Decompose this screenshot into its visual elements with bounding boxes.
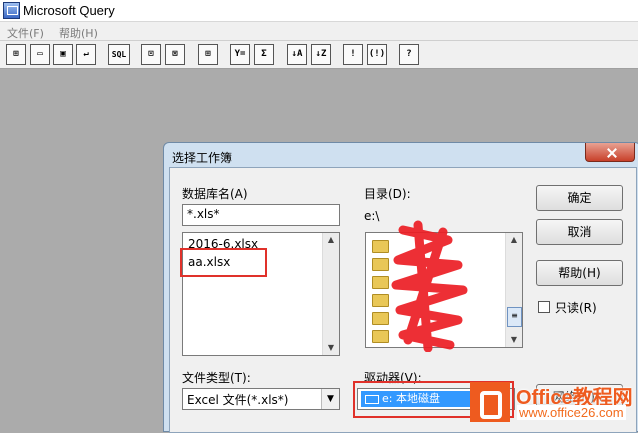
- folder-icon: [372, 330, 389, 343]
- cancel-button[interactable]: 取消: [536, 219, 623, 245]
- folder-icon: [372, 240, 389, 253]
- directory-scrollbar[interactable]: ▲ ≡ ▼: [505, 233, 522, 347]
- readonly-label: 只读(R): [555, 301, 597, 315]
- save-icon[interactable]: ▣: [53, 44, 73, 65]
- watermark-url: www.office26.com: [517, 405, 626, 420]
- db-name-input[interactable]: *.xls*: [182, 204, 340, 226]
- folder-icon: [372, 312, 389, 325]
- new-query-icon[interactable]: ⊞: [6, 44, 26, 65]
- criteria-equals-icon[interactable]: Y=: [230, 44, 250, 65]
- sort-descending-icon[interactable]: ↓Z: [311, 44, 331, 65]
- chevron-down-icon[interactable]: ▼: [321, 389, 339, 409]
- menu-help[interactable]: 帮助(H): [59, 25, 98, 41]
- toolbar: ⊞ ▭ ▣ ↵ SQL ⊡ ⊠ ⊞ Y= Σ ↓A ↓Z ! (!) ?: [0, 41, 638, 69]
- dialog-title: 选择工作簿: [172, 151, 233, 165]
- auto-query-icon[interactable]: (!): [367, 44, 387, 65]
- menu-file[interactable]: 文件(F): [7, 25, 44, 41]
- redaction-scribble: [391, 220, 468, 352]
- show-tables-icon[interactable]: ⊡: [141, 44, 161, 65]
- app-title: Microsoft Query: [23, 3, 115, 18]
- sort-ascending-icon[interactable]: ↓A: [287, 44, 307, 65]
- readonly-checkbox[interactable]: [538, 301, 550, 313]
- filetype-label: 文件类型(T):: [182, 371, 251, 385]
- app-titlebar: Microsoft Query: [0, 0, 638, 22]
- folder-icon: [372, 258, 389, 271]
- add-tables-icon[interactable]: ⊞: [198, 44, 218, 65]
- directory-path: e:\: [364, 209, 380, 223]
- scroll-up-icon[interactable]: ▲: [506, 233, 522, 247]
- scroll-up-icon[interactable]: ▲: [323, 233, 339, 247]
- help-button-dialog[interactable]: 帮助(H): [536, 260, 623, 286]
- query-now-button[interactable]: !: [343, 44, 363, 65]
- annotation-box-file: [180, 248, 267, 277]
- filetype-value: Excel 文件(*.xls*): [187, 393, 289, 407]
- menu-bar: 文件(F) 帮助(H): [0, 22, 638, 41]
- show-criteria-icon[interactable]: ⊠: [165, 44, 185, 65]
- return-data-icon[interactable]: ↵: [76, 44, 96, 65]
- scroll-down-icon[interactable]: ▼: [323, 341, 339, 355]
- directory-label: 目录(D):: [364, 187, 411, 201]
- folder-icon: [372, 294, 389, 307]
- help-button[interactable]: ?: [399, 44, 419, 65]
- query-app-icon: [3, 2, 20, 19]
- sql-button[interactable]: SQL: [108, 44, 130, 65]
- close-icon[interactable]: [585, 143, 635, 162]
- ok-button[interactable]: 确定: [536, 185, 623, 211]
- open-icon[interactable]: ▭: [30, 44, 50, 65]
- db-name-label: 数据库名(A): [182, 187, 248, 201]
- file-list-scrollbar[interactable]: ▲ ▼: [322, 233, 339, 355]
- scroll-down-icon[interactable]: ▼: [506, 333, 522, 347]
- scroll-thumb[interactable]: ≡: [507, 307, 522, 327]
- folder-icon: [372, 276, 389, 289]
- sum-button[interactable]: Σ: [254, 44, 274, 65]
- office-logo-icon: [470, 382, 510, 422]
- filetype-select[interactable]: Excel 文件(*.xls*) ▼: [182, 388, 340, 410]
